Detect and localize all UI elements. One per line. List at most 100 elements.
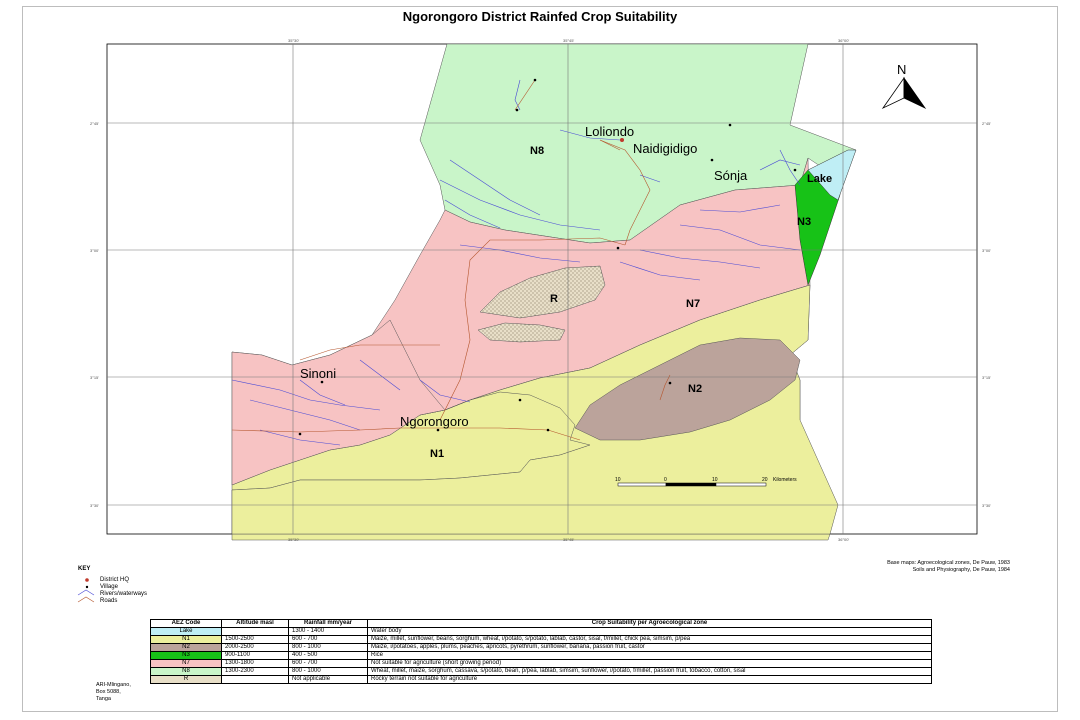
- map-credits: Base maps: Agroecological zones, De Pauw…: [887, 560, 1010, 574]
- graticule-right-label: 3°15': [982, 375, 991, 380]
- address-line: Box 5088,: [96, 689, 121, 695]
- credit-line: Soils and Physiography, De Pauw, 1984: [912, 567, 1010, 573]
- village-dot: [616, 246, 620, 250]
- district-hq-dot-icon: [85, 578, 89, 582]
- credit-line: Base maps: Agroecological zones, De Pauw…: [887, 560, 1010, 566]
- graticule-left-label: 3°00': [90, 248, 99, 253]
- key-item-label: Village: [100, 584, 118, 590]
- table-row: N2 2000-2500 800 - 1000 Maize, i/potatoe…: [150, 643, 932, 652]
- aez-altitude: 1300-2300: [221, 667, 289, 676]
- village-dot: [668, 381, 672, 385]
- aez-header-crops: Crop Suitability per Agroecological zone: [367, 619, 932, 628]
- graticule-right-label: 2°45': [982, 121, 991, 126]
- graticule-left-label: 3°30': [90, 503, 99, 508]
- aez-rainfall: 1300 - 1400: [288, 627, 368, 636]
- aez-altitude: 900-1100: [221, 651, 289, 660]
- map-canvas: 35°30' 35°45' 36°00' 35°30' 35°45' 36°00…: [77, 38, 991, 603]
- village-dot: [546, 428, 550, 432]
- scale-unit: Kilometers: [773, 477, 797, 483]
- table-row: Lake 1300 - 1400 Water body: [150, 627, 932, 636]
- aez-altitude: [221, 675, 289, 684]
- aez-table: AEZ Code Altitude masl Rainfall mm/year …: [150, 619, 932, 684]
- aez-rainfall: 800 - 1000: [288, 643, 368, 652]
- zone-label-n3: N3: [797, 216, 811, 228]
- place-label-sonja: Sónja: [714, 168, 748, 183]
- zone-label-lake: Lake: [807, 173, 832, 185]
- aez-rainfall: 600 - 700: [288, 635, 368, 644]
- address-line: Tanga: [96, 696, 111, 702]
- aez-crops: Maize, millet, sunflower, beans, sorghum…: [367, 635, 932, 644]
- table-row: R Not applicable Rocky terrain not suita…: [150, 675, 932, 684]
- zone-label-n7: N7: [686, 298, 700, 310]
- aez-altitude: 1500-2500: [221, 635, 289, 644]
- scale-label: 10: [712, 477, 718, 483]
- table-row: N3 900-1100 400 - 500 Rice: [150, 651, 932, 660]
- north-arrow-icon: N: [881, 62, 927, 110]
- aez-altitude: 2000-2500: [221, 643, 289, 652]
- graticule-bottom-label: 36°00': [838, 537, 849, 542]
- address-block: ARI-Mlingano, Box 5088, Tanga: [96, 682, 131, 703]
- aez-code: N2: [150, 643, 222, 652]
- aez-rainfall: Not applicable: [288, 675, 368, 684]
- scale-label: 10: [615, 477, 621, 483]
- address-line: ARI-Mlingano,: [96, 682, 131, 688]
- place-label-sinoni: Sinoni: [300, 366, 336, 381]
- village-dot: [515, 108, 519, 112]
- aez-code: N8: [150, 667, 222, 676]
- zone-label-r: R: [550, 293, 558, 305]
- graticule-left-label: 2°45': [90, 121, 99, 126]
- table-row: N8 1300-2300 800 - 1000 Wheat, millet, m…: [150, 667, 932, 676]
- graticule-bottom-label: 35°30': [288, 537, 299, 542]
- village-dot: [518, 398, 522, 402]
- zone-label-n2: N2: [688, 383, 702, 395]
- village-dot: [436, 428, 440, 432]
- aez-rainfall: 400 - 500: [288, 651, 368, 660]
- zone-label-n8: N8: [530, 145, 544, 157]
- table-row: N7 1300-1800 600 - 700 Not suitable for …: [150, 659, 932, 668]
- village-dot: [728, 123, 732, 127]
- aez-header-altitude: Altitude masl: [221, 619, 289, 628]
- aez-crops: Rocky terrain not suitable for agricultu…: [367, 675, 932, 684]
- key-title: KEY: [78, 566, 91, 572]
- road-line-icon: [77, 596, 95, 603]
- aez-code: N1: [150, 635, 222, 644]
- aez-crops: Not suitable for agriculture (short grow…: [367, 659, 932, 668]
- key-item-label: Roads: [100, 598, 118, 604]
- village-dot: [320, 380, 324, 384]
- aez-crops: Rice: [367, 651, 932, 660]
- village-dot-icon: [85, 585, 89, 589]
- place-label-naidigidigo: Naidigidigo: [633, 141, 697, 156]
- aez-altitude: 1300-1800: [221, 659, 289, 668]
- aez-code: N3: [150, 651, 222, 660]
- aez-code: Lake: [150, 627, 222, 636]
- village-dot: [710, 158, 714, 162]
- key-item-label: District HQ: [100, 577, 129, 583]
- village-dot: [793, 168, 797, 172]
- graticule-top-label: 35°45': [563, 38, 574, 43]
- zone-label-n1: N1: [430, 448, 444, 460]
- graticule-bottom-label: 35°45': [563, 537, 574, 542]
- aez-header-code: AEZ Code: [150, 619, 222, 628]
- aez-crops: Wheat, millet, maize, sorghum, cassava, …: [367, 667, 932, 676]
- place-label-ngorongoro: Ngorongoro: [400, 414, 469, 429]
- aez-code: R: [150, 675, 222, 684]
- village-dot: [533, 78, 537, 82]
- key-item-label: Rivers/waterways: [100, 591, 148, 597]
- north-label: N: [897, 62, 906, 77]
- graticule-right-label: 3°30': [982, 503, 991, 508]
- graticule-left-label: 3°15': [90, 375, 99, 380]
- graticule-top-label: 36°00': [838, 38, 849, 43]
- scale-label: 0: [664, 477, 667, 483]
- aez-altitude: [221, 627, 289, 636]
- aez-crops: Maize, i/potatoes, apples, plums, peache…: [367, 643, 932, 652]
- table-row: N1 1500-2500 600 - 700 Maize, millet, su…: [150, 635, 932, 644]
- aez-crops: Water body: [367, 627, 932, 636]
- aez-rainfall: 800 - 1000: [288, 667, 368, 676]
- place-label-loliondo: Loliondo: [585, 124, 634, 139]
- graticule-top-label: 35°30': [288, 38, 299, 43]
- scale-label: 20: [762, 477, 768, 483]
- aez-header-rainfall: Rainfall mm/year: [288, 619, 368, 628]
- aez-code: N7: [150, 659, 222, 668]
- aez-rainfall: 600 - 700: [288, 659, 368, 668]
- village-dot: [298, 432, 302, 436]
